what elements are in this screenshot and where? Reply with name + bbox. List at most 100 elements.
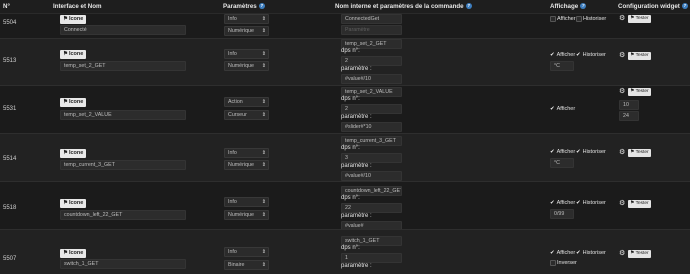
test-button[interactable]: ⚑ Tester xyxy=(628,52,651,60)
table-row: 5513 ⚑Icone temp_set_2_GET Info ⇕ Numériq… xyxy=(0,39,690,85)
table-header: N° Interface et Nom Paramètres? Nom inte… xyxy=(0,0,690,14)
type-select[interactable]: Info ⇕ xyxy=(224,49,269,59)
parameter-input[interactable]: Paramètre xyxy=(341,25,402,35)
type-select[interactable]: Info ⇕ xyxy=(224,14,269,24)
gear-icon[interactable]: ⚙ xyxy=(619,51,625,59)
dps-input[interactable]: 2 xyxy=(341,56,402,66)
row-id: 5504 xyxy=(3,20,17,26)
unit-input[interactable]: 0/99 xyxy=(550,209,574,219)
afficher-checkbox[interactable] xyxy=(550,16,556,22)
icon-button[interactable]: ⚑Icone xyxy=(60,249,87,258)
gear-icon[interactable]: ⚙ xyxy=(619,249,625,257)
icon-button[interactable]: ⚑Icone xyxy=(60,149,87,158)
historiser-checkbox[interactable]: ✔ Historiser xyxy=(576,149,606,155)
table-row: 5514 ⚑Icone temp_current_3_GET Info ⇕ Num… xyxy=(0,134,690,181)
historiser-checkbox[interactable]: ✔ Historiser xyxy=(576,52,606,58)
afficher-checkbox[interactable]: ✔ Afficher xyxy=(550,52,575,58)
row-id: 5531 xyxy=(3,106,17,112)
type-select[interactable]: Info ⇕ xyxy=(224,197,269,207)
type-select[interactable]: Info ⇕ xyxy=(224,148,269,158)
inverser-checkbox[interactable] xyxy=(550,260,556,266)
help-icon[interactable]: ? xyxy=(580,3,587,9)
test-button[interactable]: ⚑ Tester xyxy=(628,149,651,157)
parameter-label: paramètre : xyxy=(341,263,372,269)
flag-icon: ⚑ xyxy=(63,150,68,156)
dropdown-arrow-icon: ⇕ xyxy=(261,150,266,156)
test-button[interactable]: ⚑ Tester xyxy=(628,15,651,23)
type-select-value: Info xyxy=(228,249,237,255)
icon-button[interactable]: ⚑Icone xyxy=(60,98,87,107)
type-select-value: Action xyxy=(228,99,243,105)
icon-button-label: Icone xyxy=(68,200,84,206)
test-button[interactable]: ⚑ Tester xyxy=(628,200,651,208)
min-value-input[interactable]: 10 xyxy=(619,100,639,110)
parameter-input[interactable]: #value#/10 xyxy=(341,171,402,181)
icon-button[interactable]: ⚑Icone xyxy=(60,15,87,24)
dropdown-arrow-icon: ⇕ xyxy=(261,28,266,34)
flag-icon: ⚑ xyxy=(630,201,635,206)
dropdown-arrow-icon: ⇕ xyxy=(261,262,266,268)
gear-icon[interactable]: ⚙ xyxy=(619,87,625,95)
subtype-select[interactable]: Numérique ⇕ xyxy=(224,26,269,36)
dps-input[interactable]: 2 xyxy=(341,104,402,114)
subtype-select[interactable]: Numérique ⇕ xyxy=(224,61,269,71)
max-value-input[interactable]: 24 xyxy=(619,111,639,121)
icon-button[interactable]: ⚑Icone xyxy=(60,199,87,208)
dps-input[interactable]: 1 xyxy=(341,253,402,263)
afficher-checkbox[interactable]: ✔ Afficher xyxy=(550,149,575,155)
name-input[interactable]: temp_set_2_VALUE xyxy=(60,110,186,120)
dps-input[interactable]: 3 xyxy=(341,153,402,163)
internal-name-input[interactable]: ConnectedGet xyxy=(341,14,402,24)
subtype-select[interactable]: Numérique ⇕ xyxy=(224,210,269,220)
help-icon[interactable]: ? xyxy=(465,3,472,9)
historiser-label: Historiser xyxy=(582,149,606,155)
afficher-checkbox[interactable]: ✔ Afficher xyxy=(550,106,575,112)
afficher-checkbox[interactable]: ✔ Afficher xyxy=(550,200,575,206)
gear-icon[interactable]: ⚙ xyxy=(619,148,625,156)
table-row: 5504 ⚑Icone Connecté Info ⇕ Numérique ⇕ Co… xyxy=(0,14,690,38)
test-button-label: Tester xyxy=(635,201,649,206)
name-input[interactable]: switch_1_GET xyxy=(60,259,186,269)
test-button[interactable]: ⚑ Tester xyxy=(628,88,651,96)
parameter-input[interactable]: #value#/10 xyxy=(341,74,402,84)
subtype-select[interactable]: Binaire ⇕ xyxy=(224,260,269,270)
checkmark-icon: ✔ xyxy=(550,200,555,206)
help-icon[interactable]: ? xyxy=(258,3,265,9)
dropdown-arrow-icon: ⇕ xyxy=(261,63,266,69)
icon-button[interactable]: ⚑Icone xyxy=(60,50,87,59)
unit-input[interactable]: °C xyxy=(550,61,574,71)
historiser-checkbox[interactable]: ✔ Historiser xyxy=(576,250,606,256)
table-row: 5507 ⚑Icone switch_1_GET Info ⇕ Binaire ⇕ … xyxy=(0,230,690,274)
dropdown-arrow-icon: ⇕ xyxy=(261,112,266,118)
name-input[interactable]: temp_set_2_GET xyxy=(60,61,186,71)
parameter-label: paramètre : xyxy=(341,163,372,169)
type-select-value: Info xyxy=(228,150,237,156)
row-id: 5518 xyxy=(3,205,17,211)
subtype-select[interactable]: Numérique ⇕ xyxy=(224,160,269,170)
dps-input[interactable]: 22 xyxy=(341,203,402,213)
unit-input[interactable]: °C xyxy=(550,158,574,168)
name-input[interactable]: Connecté xyxy=(60,25,186,35)
afficher-checkbox[interactable]: ✔ Afficher xyxy=(550,250,575,256)
name-input[interactable]: temp_current_3_GET xyxy=(60,160,186,170)
historiser-checkbox[interactable] xyxy=(576,16,582,22)
dropdown-arrow-icon: ⇕ xyxy=(261,51,266,57)
historiser-label: Historiser xyxy=(582,250,606,256)
type-select[interactable]: Info ⇕ xyxy=(224,247,269,257)
historiser-checkbox[interactable]: ✔ Historiser xyxy=(576,200,606,206)
subtype-select-value: Numérique xyxy=(228,63,254,69)
gear-icon[interactable]: ⚙ xyxy=(619,199,625,207)
name-input[interactable]: countdown_left_22_GET xyxy=(60,210,186,220)
subtype-select[interactable]: Curseur ⇕ xyxy=(224,110,269,120)
gear-icon[interactable]: ⚙ xyxy=(619,14,625,22)
dropdown-arrow-icon: ⇕ xyxy=(261,16,266,22)
type-select[interactable]: Action ⇕ xyxy=(224,97,269,107)
test-button[interactable]: ⚑ Tester xyxy=(628,250,651,258)
help-icon[interactable]: ? xyxy=(681,3,688,9)
parameter-input[interactable]: #slider#*10 xyxy=(341,122,402,132)
flag-icon: ⚑ xyxy=(63,99,68,105)
icon-button-label: Icone xyxy=(68,250,84,256)
type-select-value: Info xyxy=(228,51,237,57)
afficher-label: Afficher xyxy=(557,16,576,22)
dropdown-arrow-icon: ⇕ xyxy=(261,199,266,205)
